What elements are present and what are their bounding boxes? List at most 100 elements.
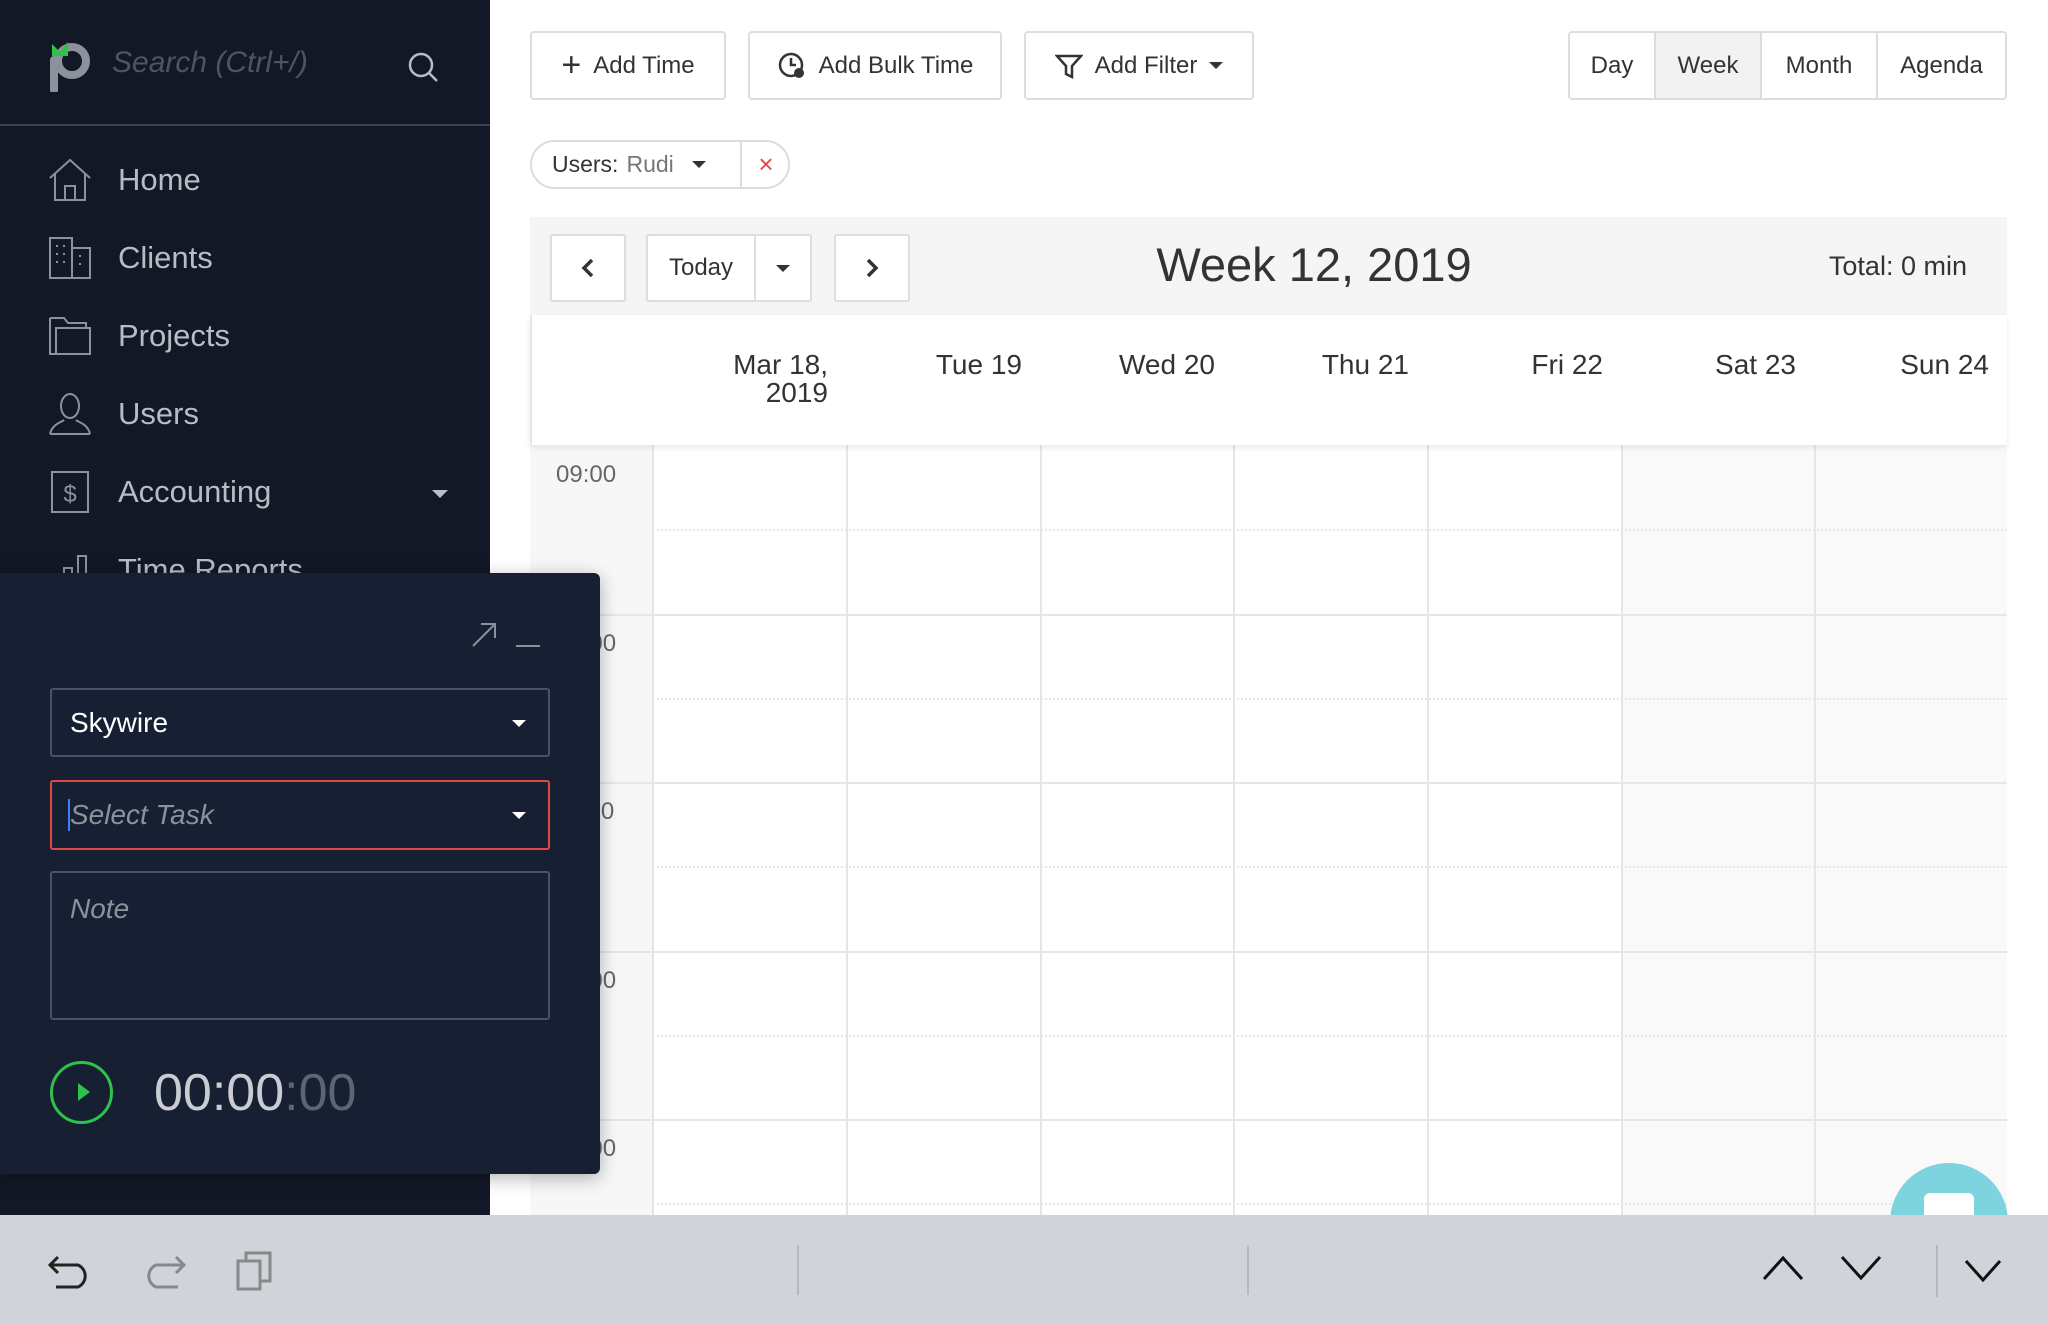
chevron-left-icon [581, 258, 594, 278]
divider [1247, 1245, 1249, 1295]
timer-main: 00:00 [154, 1064, 285, 1122]
divider [1936, 1245, 1938, 1297]
bottom-toolbar [0, 1215, 2048, 1324]
hour-line [530, 782, 2007, 784]
redo-icon[interactable] [140, 1253, 186, 1289]
timer-panel: Skywire Select Task Note 00:00:00 [0, 573, 600, 1174]
sidebar-item-accounting[interactable]: $ Accounting [48, 462, 448, 522]
add-bulk-time-button[interactable]: Add Bulk Time [748, 31, 1002, 100]
sidebar-item-label: Users [118, 396, 199, 431]
total-time: Total: 0 min [1829, 251, 1967, 282]
day-column[interactable] [652, 315, 654, 1215]
today-dropdown-button[interactable] [754, 234, 812, 302]
sidebar-item-projects[interactable]: Projects [48, 306, 230, 366]
hour-line [530, 950, 2007, 953]
expand-icon[interactable] [470, 621, 498, 649]
filter-value: Rudi [626, 151, 674, 177]
chevron-up-icon[interactable] [1762, 1255, 1804, 1281]
task-placeholder: Select Task [68, 799, 214, 831]
search-icon[interactable] [408, 52, 440, 84]
day-header[interactable]: Tue 19 [846, 315, 1040, 445]
timer-seconds: :00 [284, 1064, 357, 1122]
building-icon [49, 237, 91, 279]
chevron-right-icon [866, 258, 879, 278]
sidebar-item-label: Clients [118, 240, 213, 275]
caret-down-icon [512, 812, 526, 819]
view-week-button[interactable]: Week [1654, 31, 1762, 100]
filter-label: Users: [552, 151, 619, 177]
half-hour-line [652, 697, 2007, 700]
button-label: Add Time [593, 51, 695, 79]
day-column[interactable] [1621, 315, 1623, 1215]
chevron-down-icon[interactable] [1840, 1255, 1882, 1281]
half-hour-line [652, 529, 2007, 531]
day-column[interactable] [1040, 315, 1042, 1215]
total-label: Total: [1828, 251, 1894, 281]
sidebar-item-label: Projects [118, 318, 230, 353]
sidebar-search: Search (Ctrl+/) [0, 0, 490, 126]
day-header[interactable]: Mar 18, 2019 [652, 315, 846, 445]
next-week-button[interactable] [834, 234, 910, 302]
button-label: Add Bulk Time [818, 51, 974, 79]
half-hour-line [652, 866, 2007, 868]
view-day-button[interactable]: Day [1568, 31, 1656, 100]
total-value: 0 min [1900, 251, 1967, 281]
clock-add-icon [778, 52, 804, 78]
caret-down-icon [512, 719, 526, 727]
play-button[interactable] [50, 1061, 113, 1124]
clipboard-icon[interactable] [236, 1251, 272, 1291]
folder-icon [49, 317, 91, 355]
half-hour-line [652, 1034, 2007, 1037]
ledger-icon: $ [51, 471, 89, 513]
user-filter-chip[interactable]: Users: Rudi × [530, 140, 790, 189]
project-select[interactable]: Skywire [50, 688, 550, 757]
user-icon [49, 393, 91, 435]
sidebar-item-label: Accounting [118, 474, 272, 509]
day-header[interactable]: Fri 22 [1427, 315, 1621, 445]
svg-text:$: $ [63, 481, 76, 508]
day-column[interactable] [1233, 315, 1235, 1215]
undo-icon[interactable] [48, 1253, 94, 1289]
chevron-down-icon [432, 490, 448, 498]
time-label: 09:00 [556, 461, 617, 488]
divider [797, 1245, 799, 1295]
day-header[interactable]: Thu 21 [1233, 315, 1427, 445]
hour-line [530, 613, 2007, 616]
caret-down-icon [776, 264, 790, 272]
task-select[interactable]: Select Task [50, 780, 550, 850]
logo-icon [50, 42, 90, 92]
today-button[interactable]: Today [646, 234, 756, 302]
add-time-button[interactable]: + Add Time [530, 31, 726, 100]
collapse-keyboard-icon[interactable] [1964, 1259, 2002, 1283]
play-icon [78, 1083, 90, 1101]
calendar-title: Week 12, 2019 [1156, 238, 1472, 291]
day-column[interactable] [846, 315, 848, 1215]
half-hour-line [652, 1203, 2007, 1205]
view-agenda-button[interactable]: Agenda [1876, 31, 2007, 100]
day-header[interactable]: Wed 20 [1040, 315, 1233, 445]
day-column[interactable] [1814, 315, 1816, 1215]
plus-icon: + [561, 46, 582, 84]
day-column[interactable] [1427, 315, 1429, 1215]
home-icon [49, 158, 91, 201]
search-input[interactable]: Search (Ctrl+/) [112, 46, 308, 80]
timer-display: 00:00:00 [154, 1063, 356, 1123]
remove-filter-icon[interactable]: × [740, 142, 790, 187]
sidebar-item-clients[interactable]: Clients [48, 228, 213, 288]
caret-down-icon[interactable] [691, 161, 706, 168]
hour-line [530, 1119, 2007, 1121]
add-filter-button[interactable]: Add Filter [1024, 31, 1254, 100]
view-month-button[interactable]: Month [1760, 31, 1878, 100]
day-header[interactable]: Sat 23 [1621, 315, 1814, 445]
button-label: Add Filter [1094, 51, 1198, 79]
minimize-icon[interactable] [516, 645, 540, 647]
filter-icon [1054, 54, 1083, 79]
project-value: Skywire [70, 706, 169, 738]
day-header[interactable]: Sun 24 [1814, 315, 2007, 445]
prev-week-button[interactable] [550, 234, 626, 302]
sidebar-item-label: Home [118, 162, 201, 197]
sidebar-item-users[interactable]: Users [48, 384, 199, 444]
sidebar-item-home[interactable]: Home [48, 150, 201, 210]
caret-down-icon [1209, 62, 1224, 69]
note-textarea[interactable]: Note [50, 871, 550, 1020]
